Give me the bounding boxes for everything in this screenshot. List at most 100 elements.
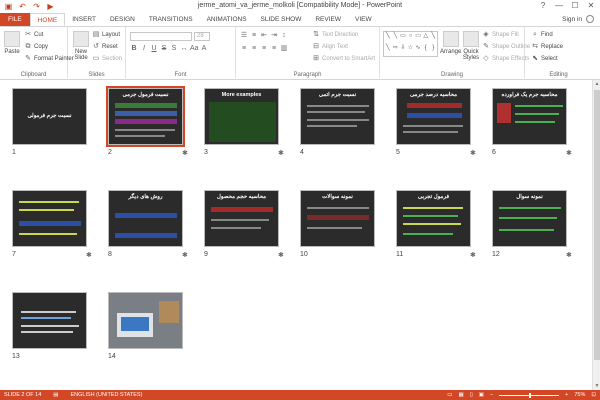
convert-smartart-button[interactable]: ⊞ Convert to SmartArt <box>312 55 375 63</box>
reset-button[interactable]: ↺ Reset <box>92 43 118 51</box>
text-direction-icon: ⇅ <box>313 31 319 38</box>
line-spacing-icon[interactable]: ↕ <box>280 32 288 40</box>
slide-preview: فرمول تجربی <box>396 190 471 247</box>
spellcheck-icon[interactable]: ▤ <box>53 390 58 400</box>
italic-icon[interactable]: I <box>140 45 148 53</box>
slide-thumbnail-3[interactable]: More examples <box>204 88 279 145</box>
sign-in-link[interactable]: Sign in <box>562 16 582 23</box>
slide-preview: روش های دیگر <box>108 190 183 247</box>
scroll-up-icon[interactable]: ▲ <box>593 81 600 87</box>
columns-icon[interactable]: ▥ <box>280 45 288 53</box>
tab-design[interactable]: DESIGN <box>103 13 142 26</box>
new-slide-button[interactable]: New Slide <box>72 31 90 61</box>
slide-number: 9 <box>204 251 208 258</box>
bullets-icon[interactable]: ☰ <box>240 32 248 40</box>
format-painter-button[interactable]: ✎ Format Painter <box>24 55 74 63</box>
slide-sorter: نسبت جرم فرمولی 1 نسبت فرمول جرمی 2 ✱ Mo… <box>0 80 592 390</box>
slide-count: SLIDE 2 OF 14 <box>4 392 42 398</box>
slide-thumbnail-12[interactable]: نمونه سوال <box>492 190 567 247</box>
copy-button[interactable]: ⧉ Copy <box>24 43 49 51</box>
animation-star-icon: ✱ <box>470 252 476 259</box>
help-button[interactable]: ? <box>536 1 550 11</box>
slide-thumbnail-9[interactable]: محاسبه حجم محصول <box>204 190 279 247</box>
arrange-icon <box>442 31 459 47</box>
language-indicator[interactable]: ENGLISH (UNITED STATES) <box>71 390 143 400</box>
shapes-gallery[interactable]: ╲ ╲ ▭ ○ ▭ △ ╲ ╲ ⇨ ⇩ ☆ ∿ { } <box>383 31 438 57</box>
find-button[interactable]: ⌕ Find <box>531 31 553 39</box>
zoom-slider[interactable] <box>499 392 560 398</box>
slide-thumbnail-1[interactable]: نسبت جرم فرمولی <box>12 88 87 145</box>
char-spacing-icon[interactable]: ↔ <box>180 45 188 53</box>
section-button[interactable]: ▭ Section <box>92 55 122 63</box>
maximize-button[interactable]: ☐ <box>568 1 582 11</box>
reading-view-icon[interactable]: ▯ <box>470 390 473 400</box>
slide-thumbnail-4[interactable]: نسبت جرم اتمی <box>300 88 375 145</box>
quick-styles-icon <box>463 31 479 47</box>
font-color-icon[interactable]: A <box>200 45 208 53</box>
ribbon: Paste ✂ Cut ⧉ Copy ✎ Format Painter Clipboa… <box>0 26 600 80</box>
tab-home[interactable]: HOME <box>29 13 66 26</box>
sign-in-area: Sign in <box>562 15 594 23</box>
decrease-indent-icon[interactable]: ⇤ <box>260 32 268 40</box>
align-right-icon[interactable]: ≡ <box>260 45 268 53</box>
slide-thumbnail-14[interactable] <box>108 292 183 349</box>
replace-button[interactable]: ⇆ Replace <box>531 43 563 51</box>
curve-shape-icon: ∿ <box>415 45 421 51</box>
bold-icon[interactable]: B <box>130 45 138 53</box>
align-text-button[interactable]: ⊟ Align Text <box>312 43 348 51</box>
tab-animations[interactable]: ANIMATIONS <box>200 13 254 26</box>
text-direction-button[interactable]: ⇅ Text Direction <box>312 31 358 39</box>
slide-thumbnail-6[interactable]: محاسبه جرم یک فراورده <box>492 88 567 145</box>
strikethrough-icon[interactable]: S <box>160 45 168 53</box>
justify-icon[interactable]: ≡ <box>270 45 278 53</box>
slide-thumbnail-13[interactable] <box>12 292 87 349</box>
zoom-in-icon[interactable]: + <box>565 390 568 400</box>
paste-button[interactable]: Paste <box>4 31 20 55</box>
tab-view[interactable]: VIEW <box>348 13 379 26</box>
slide-preview <box>108 292 183 349</box>
shape-outline-button[interactable]: ✎ Shape Outline <box>482 43 530 51</box>
font-name-box[interactable] <box>130 32 192 41</box>
close-button[interactable]: ✕ <box>584 1 598 11</box>
quick-styles-button[interactable]: Quick Styles <box>460 31 482 61</box>
slide-thumbnail-2[interactable]: نسبت فرمول جرمی <box>106 86 185 147</box>
increase-indent-icon[interactable]: ⇥ <box>270 32 278 40</box>
tab-file[interactable]: FILE <box>0 13 30 26</box>
align-center-icon[interactable]: ≡ <box>250 45 258 53</box>
normal-view-icon[interactable]: ▭ <box>447 390 452 400</box>
slide-sorter-view-icon[interactable]: ▦ <box>459 390 464 400</box>
change-case-icon[interactable]: Aa <box>190 45 199 53</box>
slide-thumbnail-10[interactable]: نمونه سوالات <box>300 190 375 247</box>
slide-thumbnail-5[interactable]: محاسبه درصد جرمی <box>396 88 471 145</box>
scroll-down-icon[interactable]: ▼ <box>593 383 600 389</box>
vertical-scrollbar[interactable]: ▲ ▼ <box>592 80 600 390</box>
tab-review[interactable]: REVIEW <box>308 13 348 26</box>
slideshow-view-icon[interactable]: ▣ <box>479 390 484 400</box>
zoom-level[interactable]: 75% <box>574 390 585 400</box>
arrange-button[interactable]: Arrange <box>440 31 461 55</box>
slide-thumbnail-11[interactable]: فرمول تجربی <box>396 190 471 247</box>
font-size-box[interactable]: 28 <box>194 32 210 41</box>
select-button[interactable]: ⬉ Select <box>531 55 558 63</box>
cut-button[interactable]: ✂ Cut <box>24 31 43 39</box>
numbering-icon[interactable]: ≡ <box>250 32 258 40</box>
zoom-out-icon[interactable]: − <box>490 390 493 400</box>
underline-icon[interactable]: U <box>150 45 158 53</box>
shape-effects-button[interactable]: ◇ Shape Effects <box>482 55 529 63</box>
shape-fill-button[interactable]: ◈ Shape Fill <box>482 31 518 39</box>
align-left-icon[interactable]: ≡ <box>240 45 248 53</box>
slide-number: 10 <box>300 251 308 258</box>
tab-transitions[interactable]: TRANSITIONS <box>142 13 200 26</box>
paragraph-align-buttons: ≡ ≡ ≡ ≡ ▥ <box>240 45 288 53</box>
tab-slide-show[interactable]: SLIDE SHOW <box>254 13 309 26</box>
tab-insert[interactable]: INSERT <box>65 13 103 26</box>
slide-thumbnail-7[interactable] <box>12 190 87 247</box>
scrollbar-thumb[interactable] <box>594 90 600 360</box>
scissors-icon: ✂ <box>25 31 31 38</box>
fit-slide-icon[interactable]: ⊡ <box>591 390 596 400</box>
layout-button[interactable]: ▤ Layout <box>92 31 120 39</box>
slide-thumbnail-8[interactable]: روش های دیگر <box>108 190 183 247</box>
shadow-icon[interactable]: S <box>170 45 178 53</box>
minimize-button[interactable]: — <box>552 1 566 11</box>
zoom-slider-knob[interactable] <box>529 392 532 398</box>
